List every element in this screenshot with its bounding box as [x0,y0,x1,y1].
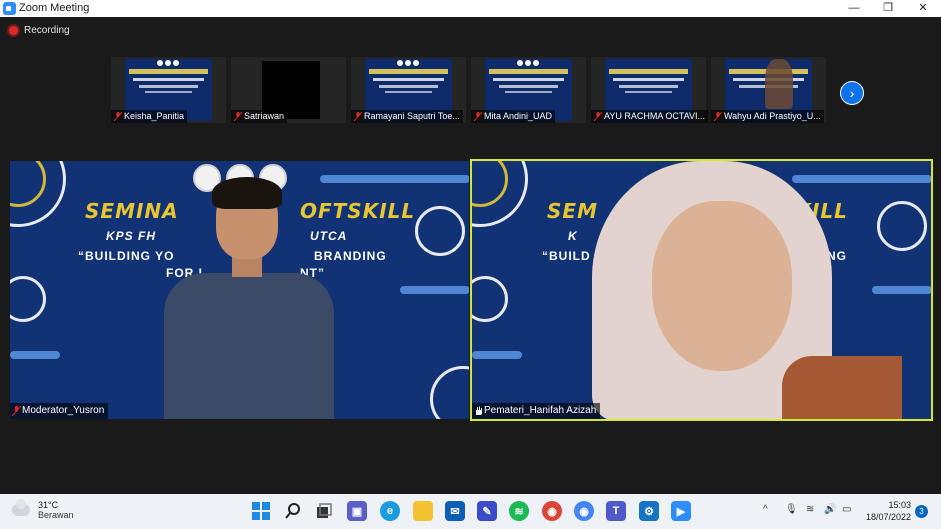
mic-muted-icon [354,112,362,121]
weather-widget[interactable]: 31°C Berawan [12,499,74,520]
mic-muted-icon [474,112,482,121]
mic-muted-icon [594,112,602,121]
notification-badge[interactable]: 3 [915,505,928,518]
minimize-button[interactable]: — [842,1,866,16]
participant-thumbnail[interactable]: Ramayani Saputri Toe... [351,57,466,123]
chevron-right-icon: › [849,85,855,101]
weather-temperature: 31°C [38,500,59,510]
participant-video [164,177,334,419]
taskbar: 31°C Berawan ▣ e ✉ ✎ ≋ ◉ ◉ T ⚙ ▶ ^ 🎙 ≋ 🔊… [0,494,941,529]
settings-app-icon[interactable]: ⚙ [639,501,659,521]
teams-icon[interactable]: T [606,501,626,521]
microphone-icon[interactable]: 🎙 [785,504,798,515]
participant-name: Mita Andini_UAD [471,110,556,123]
slide-ribbon: KPS FH [106,229,157,243]
chrome-browser-icon[interactable]: ◉ [542,501,562,521]
zoom-logo-icon [3,2,16,15]
task-view-icon [317,503,332,518]
participant-name: Pemateri_Hanifah Azizah [472,403,601,419]
participant-name: Moderator_Yusron [10,403,109,419]
task-view-button[interactable] [314,501,334,521]
mic-muted-icon [714,112,722,121]
slide-subtitle: BRANDING [314,249,387,263]
spotify-icon[interactable]: ≋ [509,501,529,521]
video-tile-active-speaker[interactable]: SEM SKILL K “BUILD RANDING Pemateri_Hani… [470,159,933,421]
recording-label: Recording [24,25,70,36]
participant-thumbnail[interactable]: Satriawan [231,57,346,123]
raised-hand-icon [476,406,482,415]
restore-button[interactable]: ❐ [876,1,900,16]
battery-icon[interactable]: ▭ [842,504,851,515]
edge-browser-icon[interactable]: e [380,501,400,521]
wifi-icon[interactable]: ≋ [806,504,814,515]
recording-dot-icon [9,26,18,35]
search-button[interactable] [283,501,303,521]
participant-name: Wahyu Adi Prastiyo_U... [711,110,824,123]
slide-subtitle: “BUILDING YO [78,249,175,263]
participant-name: AYU RACHMA OCTAVI... [591,110,709,123]
clock[interactable]: 15:03 18/07/2022 [866,499,911,523]
meeting-area: Recording Keisha_Panitia Satriawan Ramay… [0,17,941,494]
mic-muted-icon [114,112,122,121]
clock-date: 18/07/2022 [866,512,912,522]
participant-thumbnail[interactable]: AYU RACHMA OCTAVI... [591,57,709,123]
video-tile-moderator[interactable]: SEMINA OFTSKILL KPS FH UTCA “BUILDING YO… [10,161,469,419]
slide-ribbon: UTCA [310,229,348,243]
recording-indicator[interactable]: Recording [9,25,70,36]
tray-chevron-icon[interactable]: ^ [763,504,768,515]
participant-name: Ramayani Saputri Toe... [351,110,463,123]
slide-heading: OFTSKILL [300,199,416,223]
participant-name: Keisha_Panitia [111,110,188,123]
window-title: Zoom Meeting [19,2,90,14]
volume-icon[interactable]: 🔊 [824,504,836,515]
chrome-profile-icon[interactable]: ◉ [574,501,594,521]
mail-icon[interactable]: ✉ [445,501,465,521]
mic-muted-icon [12,406,21,416]
start-button[interactable] [251,501,271,521]
search-icon [285,503,300,519]
close-button[interactable]: ✕ [911,1,935,16]
mic-muted-icon [234,112,242,121]
participant-thumbnail[interactable]: Wahyu Adi Prastiyo_U... [711,57,826,123]
slide-heading: SEMINA [85,199,179,223]
chat-icon[interactable]: ▣ [347,501,367,521]
slide-ribbon: K [568,229,578,243]
windows-logo-icon [252,502,270,520]
participant-thumbnail[interactable]: Keisha_Panitia [111,57,226,123]
participant-video [582,161,902,419]
participant-thumbnail[interactable]: Mita Andini_UAD [471,57,586,123]
next-page-button[interactable]: › [840,81,864,105]
participant-video [765,59,793,109]
cloud-icon [12,499,30,516]
clock-time: 15:03 [888,500,912,510]
file-explorer-icon[interactable] [413,501,433,521]
title-bar: Zoom Meeting — ❐ ✕ [0,0,941,17]
zoom-app-icon[interactable]: ▶ [671,501,691,521]
notes-app-icon[interactable]: ✎ [477,501,497,521]
weather-description: Berawan [38,510,74,520]
participant-name: Satriawan [231,110,288,123]
